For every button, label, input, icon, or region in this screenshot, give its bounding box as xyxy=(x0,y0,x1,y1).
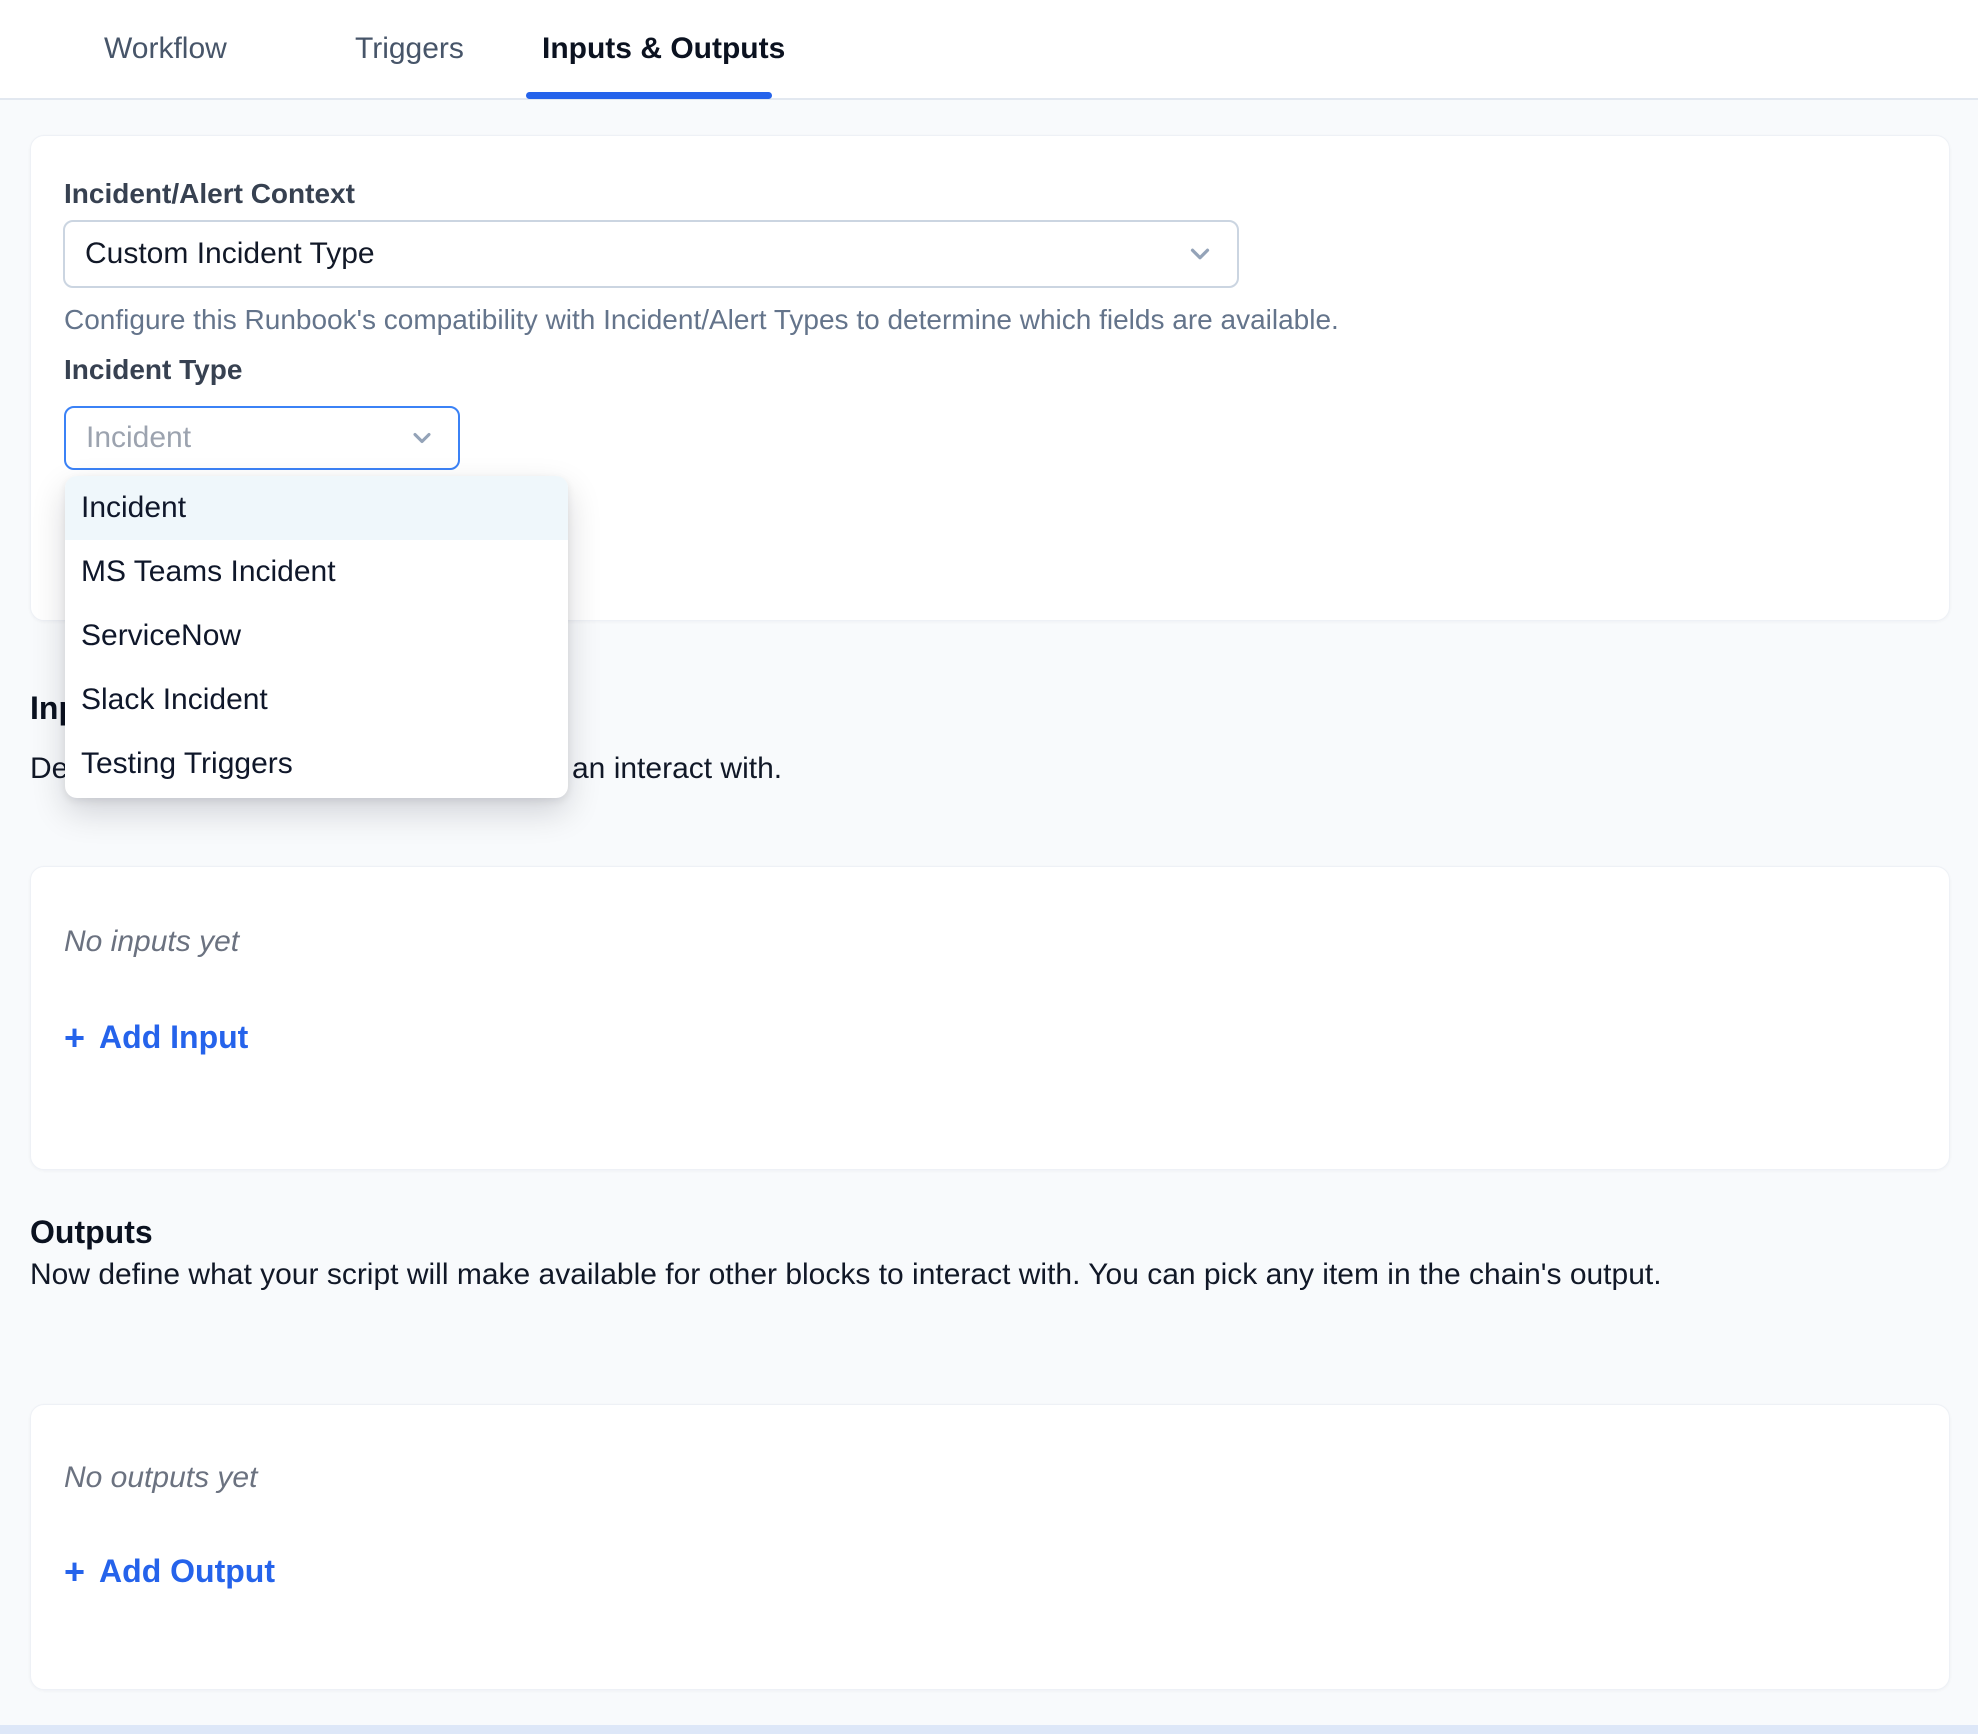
dropdown-option-testing-triggers[interactable]: Testing Triggers xyxy=(65,732,568,796)
chevron-down-icon xyxy=(408,424,436,452)
incident-type-select[interactable]: Incident xyxy=(64,406,460,470)
context-help-text: Configure this Runbook's compatibility w… xyxy=(64,304,1339,336)
outputs-section-heading: Outputs xyxy=(30,1214,153,1251)
no-outputs-text: No outputs yet xyxy=(64,1461,257,1495)
dropdown-option-slack-incident[interactable]: Slack Incident xyxy=(65,668,568,732)
tab-inputs-outputs[interactable]: Inputs & Outputs xyxy=(528,0,799,98)
outputs-card: No outputs yet + Add Output xyxy=(30,1404,1950,1690)
add-output-button[interactable]: + Add Output xyxy=(64,1553,275,1590)
no-inputs-text: No inputs yet xyxy=(64,925,239,959)
incident-alert-context-label: Incident/Alert Context xyxy=(64,178,355,210)
add-input-label: Add Input xyxy=(99,1019,248,1056)
dropdown-option-ms-teams-incident[interactable]: MS Teams Incident xyxy=(65,540,568,604)
dropdown-option-servicenow[interactable]: ServiceNow xyxy=(65,604,568,668)
active-tab-underline xyxy=(526,92,772,99)
tab-workflow[interactable]: Workflow xyxy=(90,0,241,98)
incident-alert-context-select[interactable]: Custom Incident Type xyxy=(63,220,1239,288)
plus-icon: + xyxy=(64,1554,85,1590)
incident-alert-context-value: Custom Incident Type xyxy=(65,237,375,271)
add-input-button[interactable]: + Add Input xyxy=(64,1019,248,1056)
add-output-label: Add Output xyxy=(99,1553,275,1590)
inputs-section-description-start: De xyxy=(30,752,68,786)
runbook-config-page: Workflow Triggers Inputs & Outputs Incid… xyxy=(0,0,1978,1734)
incident-type-label: Incident Type xyxy=(64,354,242,386)
chevron-down-icon xyxy=(1185,239,1215,269)
inputs-section-description-end: an interact with. xyxy=(572,752,782,786)
tab-triggers[interactable]: Triggers xyxy=(341,0,478,98)
bottom-edge-strip xyxy=(0,1725,1978,1734)
inputs-card: No inputs yet + Add Input xyxy=(30,866,1950,1170)
plus-icon: + xyxy=(64,1020,85,1056)
outputs-section-description: Now define what your script will make av… xyxy=(30,1258,1662,1292)
incident-type-dropdown-menu: Incident MS Teams Incident ServiceNow Sl… xyxy=(65,476,568,798)
incident-type-placeholder: Incident xyxy=(66,421,191,455)
tab-bar: Workflow Triggers Inputs & Outputs xyxy=(0,0,1978,100)
dropdown-option-incident[interactable]: Incident xyxy=(65,476,568,540)
